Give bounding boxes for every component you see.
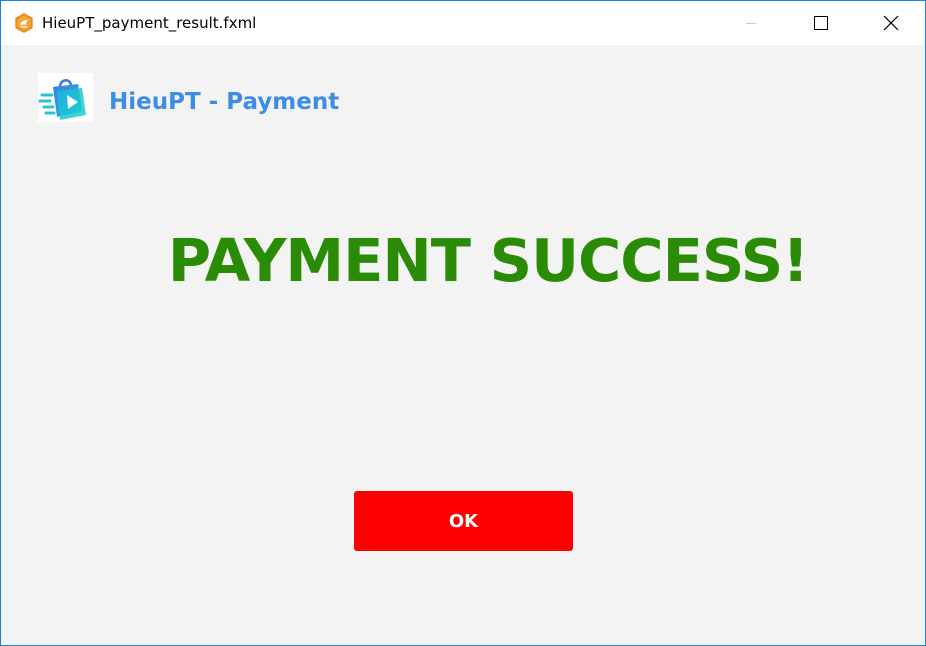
ok-button[interactable]: OK xyxy=(354,491,573,551)
close-icon xyxy=(883,15,899,31)
window-title: HieuPT_payment_result.fxml xyxy=(42,14,257,32)
maximize-icon xyxy=(814,16,828,30)
close-button[interactable] xyxy=(868,1,914,45)
brand-logo xyxy=(38,73,93,122)
minimize-icon xyxy=(746,23,756,24)
maximize-button[interactable] xyxy=(798,1,844,45)
payment-result-message: PAYMENT SUCCESS! xyxy=(167,226,809,295)
minimize-button[interactable] xyxy=(728,1,774,45)
title-bar[interactable]: HieuPT_payment_result.fxml xyxy=(1,1,925,45)
brand-title: HieuPT - Payment xyxy=(109,89,340,115)
app-window: HieuPT_payment_result.fxml HieuPT - Paym… xyxy=(0,0,926,646)
shopping-bag-play-icon xyxy=(38,79,86,120)
app-icon xyxy=(13,12,35,34)
